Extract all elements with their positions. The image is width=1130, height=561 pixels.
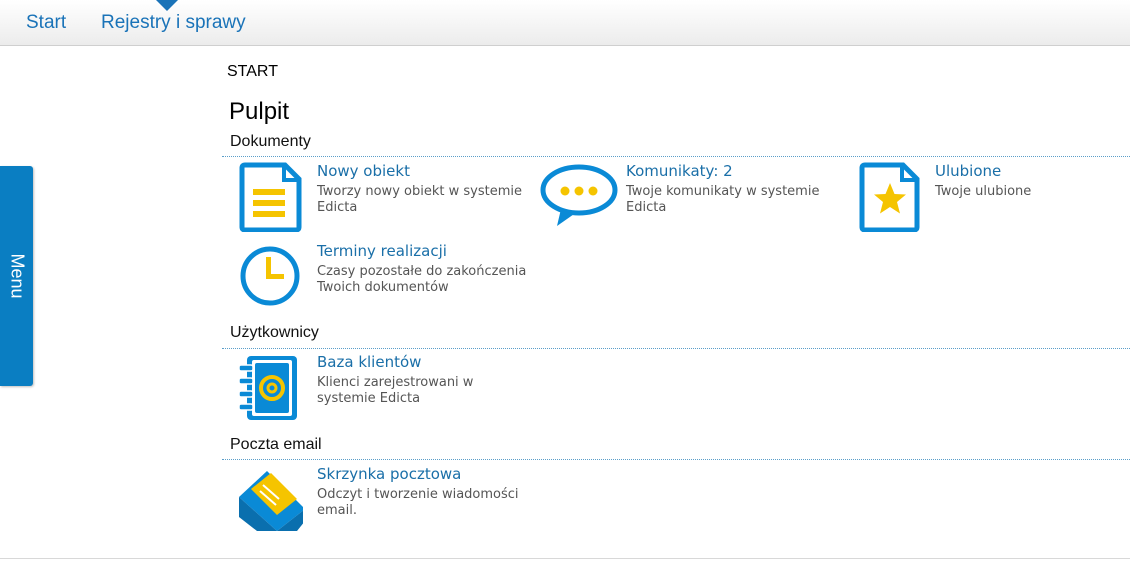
tile-ulubione[interactable]: Ulubione Twoje ulubione xyxy=(857,162,1130,238)
tile-baza-klientow[interactable]: Baza klientów Klienci zarejestrowani w s… xyxy=(237,353,537,429)
chat-bubble-icon xyxy=(539,162,621,232)
tile-title: Nowy obiekt xyxy=(317,162,410,180)
tile-description: Twoje ulubione xyxy=(935,184,1032,199)
tile-description: Odczyt i tworzenie wiadomości email. xyxy=(317,487,519,518)
side-menu-tab[interactable]: Menu xyxy=(0,166,33,386)
star-document-icon xyxy=(857,162,923,232)
tile-komunikaty[interactable]: Komunikaty: 2 Twoje komunikaty w systemi… xyxy=(539,162,839,238)
footer-divider xyxy=(0,558,1130,559)
document-icon xyxy=(237,162,303,232)
tile-description: Klienci zarejestrowani w systemie Edicta xyxy=(317,375,474,406)
tile-terminy-realizacji[interactable]: Terminy realizacji Czasy pozostałe do za… xyxy=(237,242,537,318)
clock-icon xyxy=(237,242,303,312)
nav-start-link[interactable]: Start xyxy=(26,12,66,34)
section-divider xyxy=(222,156,1130,157)
tile-description: Czasy pozostałe do zakończenia Twoich do… xyxy=(317,264,527,295)
top-navigation: Start Rejestry i sprawy xyxy=(0,0,1130,46)
tile-nowy-obiekt[interactable]: Nowy obiekt Tworzy nowy obiekt w systemi… xyxy=(237,162,537,238)
tile-title: Terminy realizacji xyxy=(317,242,447,260)
tile-title: Skrzynka pocztowa xyxy=(317,465,462,483)
section-title-poczta: Poczta email xyxy=(230,436,322,453)
nav-rejestry-link[interactable]: Rejestry i sprawy xyxy=(101,12,246,34)
tile-title: Baza klientów xyxy=(317,353,422,371)
tile-skrzynka-pocztowa[interactable]: Skrzynka pocztowa Odczyt i tworzenie wia… xyxy=(237,465,537,541)
section-title-dokumenty: Dokumenty xyxy=(230,133,311,150)
menu-label: Menu xyxy=(7,253,27,299)
tile-description: Tworzy nowy obiekt w systemie Edicta xyxy=(317,184,522,215)
active-nav-indicator xyxy=(156,0,178,11)
tile-title: Ulubione xyxy=(935,162,1002,180)
section-title-uzytkownicy: Użytkownicy xyxy=(230,324,319,341)
envelope-icon xyxy=(237,465,303,535)
tile-description: Twoje komunikaty w systemie Edicta xyxy=(626,184,820,215)
breadcrumb: START xyxy=(227,63,278,80)
section-divider xyxy=(222,459,1130,460)
address-book-icon xyxy=(237,353,303,423)
section-divider xyxy=(222,348,1130,349)
tile-title: Komunikaty: 2 xyxy=(626,162,733,180)
page-title: Pulpit xyxy=(229,98,290,125)
